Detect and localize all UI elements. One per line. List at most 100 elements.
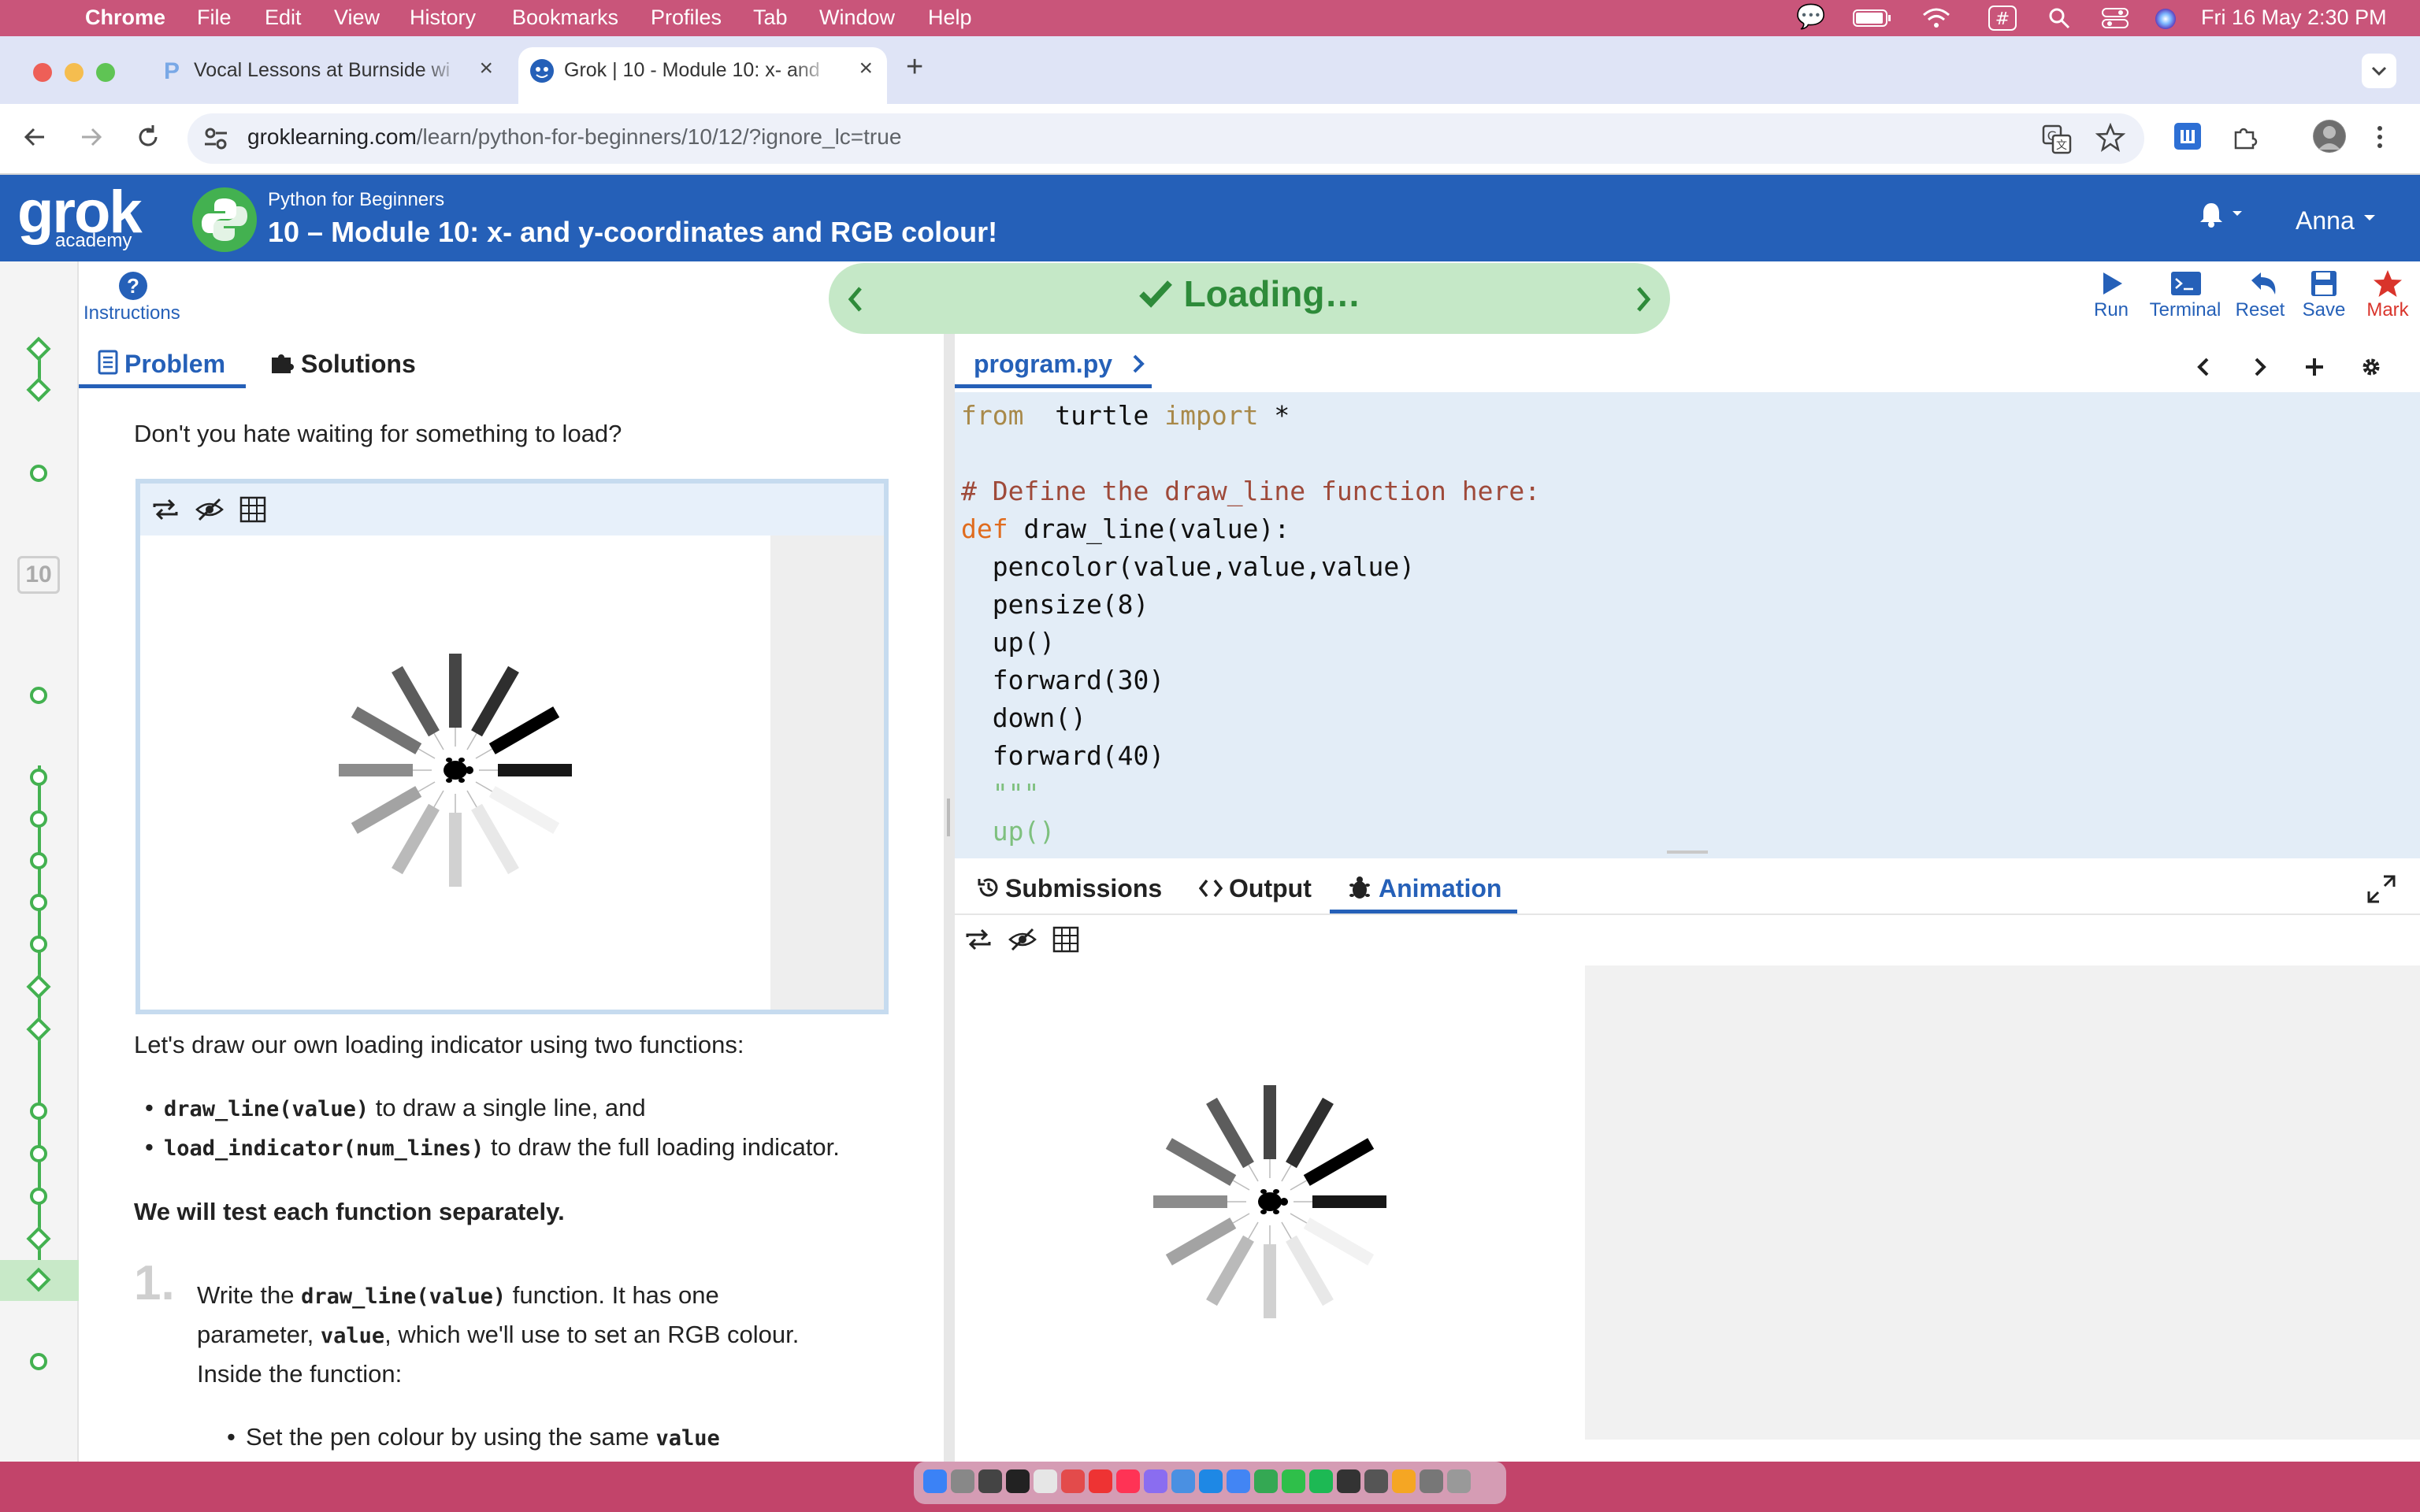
code-line[interactable]: up()	[961, 816, 1055, 847]
dock-app-icon[interactable]	[1199, 1469, 1223, 1493]
site-settings-icon[interactable]	[203, 126, 228, 151]
menu-view[interactable]: View	[334, 6, 380, 30]
battery-icon[interactable]	[1853, 9, 1892, 28]
progress-step-slide[interactable]	[30, 687, 47, 704]
code-line[interactable]: from turtle import *	[961, 400, 1290, 431]
code-line[interactable]: up()	[961, 627, 1055, 658]
grid-toggle-icon[interactable]	[1052, 926, 1079, 953]
hide-turtle-icon[interactable]	[195, 498, 224, 521]
code-editor[interactable]	[955, 392, 2420, 858]
menu-clock[interactable]: Fri 16 May 2:30 PM	[2201, 6, 2387, 30]
panel-divider[interactable]	[944, 334, 955, 1462]
instructions-button[interactable]: Instructions	[84, 302, 180, 324]
forward-icon[interactable]	[77, 123, 106, 151]
grid-toggle-icon[interactable]	[239, 496, 266, 523]
reload-icon[interactable]	[134, 123, 162, 151]
extension-monday-icon[interactable]	[2174, 123, 2201, 150]
progress-step-slide[interactable]	[30, 1188, 47, 1205]
module-number-badge[interactable]: 10	[17, 556, 60, 594]
menu-help[interactable]: Help	[928, 6, 972, 30]
editor-settings-gear-icon[interactable]	[2360, 356, 2382, 378]
previous-file-icon[interactable]	[2193, 356, 2215, 378]
close-tab-icon[interactable]: ×	[479, 55, 493, 82]
code-line[interactable]: pencolor(value,value,value)	[961, 551, 1415, 582]
expand-fullscreen-icon[interactable]	[2366, 874, 2396, 904]
progress-step-slide[interactable]	[30, 894, 47, 911]
menu-bookmarks[interactable]: Bookmarks	[512, 6, 618, 30]
menu-app-name[interactable]: Chrome	[85, 6, 165, 30]
terminal-button[interactable]: Terminal	[2144, 269, 2226, 321]
wechat-icon[interactable]: 💬	[1796, 3, 1825, 31]
code-line[interactable]: # Define the draw_line function here:	[961, 476, 1540, 506]
code-line[interactable]: forward(40)	[961, 740, 1165, 771]
tab-search-button[interactable]	[2362, 54, 2396, 88]
code-line[interactable]: """	[961, 778, 1040, 809]
browser-tab-vocal-lessons[interactable]: P Vocal Lessons at Burnside wi ×	[148, 47, 507, 104]
translate-icon[interactable]: G文	[2042, 124, 2072, 154]
browser-tab-grok[interactable]: Grok | 10 - Module 10: x- and ×	[518, 47, 887, 104]
output-tab[interactable]: Output	[1199, 874, 1312, 903]
siri-icon[interactable]	[2154, 7, 2177, 31]
dock-app-icon[interactable]	[1227, 1469, 1250, 1493]
menu-edit[interactable]: Edit	[265, 6, 302, 30]
dock-app-icon[interactable]	[1420, 1469, 1443, 1493]
menu-window[interactable]: Window	[819, 6, 895, 30]
dock-app-icon[interactable]	[923, 1469, 947, 1493]
save-button[interactable]: Save	[2300, 269, 2348, 321]
progress-step-slide[interactable]	[30, 1353, 47, 1370]
chrome-menu-icon[interactable]	[2374, 123, 2385, 151]
progress-step-slide[interactable]	[30, 852, 47, 869]
next-file-icon[interactable]	[2248, 356, 2270, 378]
progress-step-slide[interactable]	[30, 1145, 47, 1162]
code-line[interactable]: pensize(8)	[961, 589, 1149, 620]
menu-profiles[interactable]: Profiles	[651, 6, 722, 30]
url-text[interactable]: groklearning.com/learn/python-for-beginn…	[247, 124, 901, 150]
editor-resize-handle[interactable]	[1667, 850, 1708, 854]
code-line[interactable]: def draw_line(value):	[961, 513, 1290, 544]
progress-step-slide[interactable]	[30, 769, 47, 786]
dock-app-icon[interactable]	[1061, 1469, 1085, 1493]
profile-avatar[interactable]	[2313, 120, 2346, 153]
zoom-window-button[interactable]	[96, 63, 115, 82]
dock-app-icon[interactable]	[1116, 1469, 1140, 1493]
dock-app-icon[interactable]	[1006, 1469, 1030, 1493]
control-center-icon[interactable]	[2102, 7, 2129, 29]
dock-app-icon[interactable]	[1254, 1469, 1278, 1493]
menu-file[interactable]: File	[197, 6, 232, 30]
course-name[interactable]: Python for Beginners	[268, 189, 444, 211]
add-file-icon[interactable]	[2303, 356, 2325, 378]
animation-tab[interactable]: Animation	[1349, 874, 1501, 903]
progress-step-slide[interactable]	[30, 465, 47, 482]
mark-button[interactable]: Mark	[2360, 269, 2415, 321]
dock-app-icon[interactable]	[1309, 1469, 1333, 1493]
reset-button[interactable]: Reset	[2234, 269, 2286, 321]
progress-step-slide[interactable]	[30, 810, 47, 828]
dock-app-icon[interactable]	[1282, 1469, 1305, 1493]
instructions-help-icon[interactable]: ?	[118, 271, 148, 301]
code-line[interactable]: down()	[961, 702, 1086, 733]
code-line[interactable]: forward(30)	[961, 665, 1165, 695]
dock-app-icon[interactable]	[1392, 1469, 1416, 1493]
back-icon[interactable]	[20, 123, 49, 151]
notifications-bell-icon[interactable]	[2198, 200, 2245, 228]
close-tab-icon[interactable]: ×	[859, 55, 873, 82]
dock-app-icon[interactable]	[1447, 1469, 1471, 1493]
hashtag-icon[interactable]: #	[1988, 6, 2017, 31]
dock-app-icon[interactable]	[1171, 1469, 1195, 1493]
progress-step-slide[interactable]	[30, 1102, 47, 1120]
dock-app-icon[interactable]	[951, 1469, 974, 1493]
panel-resize-handle[interactable]	[947, 799, 950, 836]
replay-icon[interactable]	[964, 928, 993, 951]
spotlight-search-icon[interactable]	[2048, 7, 2070, 29]
dock-app-icon[interactable]	[1364, 1469, 1388, 1493]
next-slide-icon[interactable]	[1632, 285, 1654, 313]
dock-app-icon[interactable]	[1337, 1469, 1360, 1493]
file-tab-program[interactable]: program.py	[974, 350, 1145, 379]
dock-app-icon[interactable]	[1089, 1469, 1112, 1493]
dock-app-icon[interactable]	[1144, 1469, 1167, 1493]
close-window-button[interactable]	[33, 63, 52, 82]
submissions-tab[interactable]: Submissions	[977, 874, 1162, 903]
replay-icon[interactable]	[151, 498, 180, 521]
dock-app-icon[interactable]	[1034, 1469, 1057, 1493]
menu-tab[interactable]: Tab	[753, 6, 788, 30]
